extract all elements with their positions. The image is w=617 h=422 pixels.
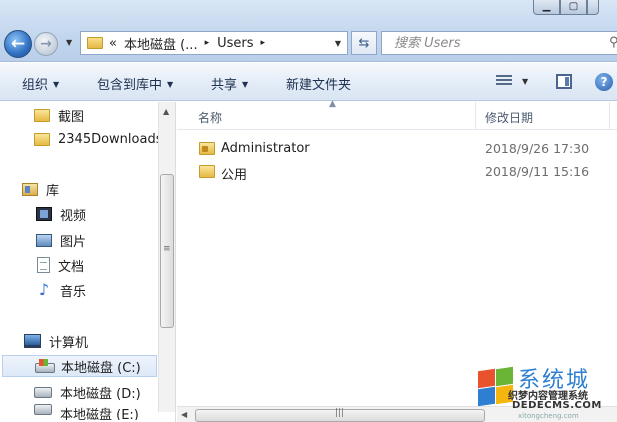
nav-item-label: 音乐 (60, 284, 87, 300)
search-input[interactable] (382, 32, 582, 54)
new-folder-label: 新建文件夹 (286, 78, 352, 93)
search-icon[interactable]: ⚲ (609, 35, 617, 50)
title-address-bar: ▁ ▢ ← → ▼ « 本地磁盘 (... ▸ Users ▸ ▼ ⇆ ⚲ (0, 0, 617, 62)
scroll-left-icon[interactable]: ◀ (181, 410, 187, 419)
nav-item-label: 库 (46, 183, 60, 199)
nav-item-label: 视频 (60, 208, 87, 224)
file-date-modified: 2018/9/26 17:30 (485, 141, 590, 156)
site-watermark: 系统城 织梦内容管理系统 DEDECMS.COM xitongcheng.com (476, 366, 617, 422)
command-bar: 组织 ▼ 包含到库中 ▼ 共享 ▼ 新建文件夹 ▼ ? (0, 63, 617, 101)
nav-item-label: 2345Downloads (58, 131, 163, 147)
share-menu[interactable]: 共享 ▼ (211, 74, 248, 93)
scroll-up-icon[interactable]: ▲ (163, 107, 169, 116)
new-folder-button[interactable]: 新建文件夹 (286, 74, 351, 93)
back-button[interactable]: ← (4, 30, 32, 58)
include-in-library-menu[interactable]: 包含到库中 ▼ (97, 74, 173, 93)
system-drive-icon (35, 359, 55, 373)
search-box[interactable]: ⚲ (381, 31, 617, 55)
video-icon (36, 207, 52, 221)
scroll-grip-icon: ≡ (163, 244, 171, 254)
refresh-button[interactable]: ⇆ (351, 31, 377, 55)
chevron-down-icon: ▼ (167, 80, 174, 89)
file-name: 公用 (221, 168, 248, 183)
nav-item-label: 本地磁盘 (E:) (60, 408, 139, 420)
refresh-icon: ⇆ (358, 35, 370, 51)
breadcrumb-overflow[interactable]: « (109, 36, 117, 51)
back-arrow-icon: ← (10, 34, 26, 54)
forward-arrow-icon: → (40, 36, 52, 52)
close-button[interactable] (587, 0, 599, 15)
drive-icon (34, 404, 52, 415)
nav-item-label: 计算机 (49, 335, 89, 351)
list-item-administrator[interactable]: Administrator 2018/9/26 17:30 (177, 138, 597, 160)
column-header-date-modified[interactable]: 修改日期 (485, 109, 533, 126)
address-bar[interactable]: « 本地磁盘 (... ▸ Users ▸ ▼ (80, 31, 348, 55)
column-header-name[interactable]: 名称 (198, 109, 222, 126)
watermark-url: DEDECMS.COM (512, 400, 602, 411)
document-icon (37, 257, 50, 273)
folder-icon (87, 37, 103, 49)
chevron-down-icon: ▼ (242, 80, 249, 89)
locked-folder-icon (199, 142, 215, 155)
chevron-down-icon: ▼ (66, 38, 73, 47)
picture-icon (36, 233, 52, 247)
breadcrumb-separator[interactable]: ▸ (261, 38, 266, 48)
column-headers: ▲ 名称 修改日期 (177, 99, 617, 130)
view-dropdown-icon[interactable]: ▼ (522, 77, 528, 86)
chevron-down-icon: ▼ (53, 80, 60, 89)
address-dropdown-icon[interactable]: ▼ (335, 39, 341, 48)
organize-menu[interactable]: 组织 ▼ (22, 74, 59, 93)
recent-pages-dropdown[interactable]: ▼ (66, 38, 72, 47)
breadcrumb-separator[interactable]: ▸ (205, 38, 210, 48)
folder-icon (34, 132, 50, 146)
file-name: Administrator (221, 141, 310, 156)
watermark-small-url: xitongcheng.com (518, 412, 579, 420)
minimize-button[interactable]: ▁ (533, 0, 560, 15)
column-divider[interactable] (609, 102, 610, 130)
breadcrumb-users[interactable]: Users (217, 36, 253, 51)
sort-ascending-icon: ▲ (329, 99, 336, 109)
nav-item-label: 本地磁盘 (D:) (60, 386, 141, 402)
column-divider[interactable] (475, 102, 476, 130)
preview-pane-icon[interactable] (556, 74, 572, 89)
include-in-library-label: 包含到库中 (97, 78, 163, 93)
folder-icon (199, 165, 215, 178)
navigation-scrollbar[interactable]: ▲ ≡ (158, 102, 175, 412)
organize-label: 组织 (22, 78, 49, 93)
forward-button[interactable]: → (34, 32, 58, 56)
music-icon: ♪ (38, 280, 50, 299)
help-icon[interactable]: ? (595, 73, 613, 91)
nav-item-label: 文档 (58, 259, 85, 275)
computer-icon (24, 334, 41, 348)
scroll-grip-icon: ||| (335, 408, 345, 418)
navigation-pane: 截图 2345Downloads 库 视频 图片 文档 ♪ 音乐 计算机 本地磁… (0, 102, 176, 422)
drive-icon (34, 386, 52, 398)
library-icon (22, 182, 38, 196)
window-controls: ▁ ▢ (533, 0, 599, 15)
nav-item-label: 截图 (58, 109, 85, 125)
nav-item-label: 图片 (60, 234, 87, 250)
change-view-icon[interactable] (496, 75, 512, 88)
list-item-public[interactable]: 公用 2018/9/11 15:16 (177, 161, 597, 183)
nav-item-drive-c[interactable]: 本地磁盘 (C:) (2, 355, 157, 377)
folder-icon (34, 108, 50, 122)
breadcrumb-local-disk[interactable]: 本地磁盘 (... (124, 34, 198, 53)
nav-item-label: 本地磁盘 (C:) (61, 360, 141, 376)
share-label: 共享 (211, 78, 238, 93)
maximize-button[interactable]: ▢ (560, 0, 587, 15)
file-date-modified: 2018/9/11 15:16 (485, 164, 590, 179)
